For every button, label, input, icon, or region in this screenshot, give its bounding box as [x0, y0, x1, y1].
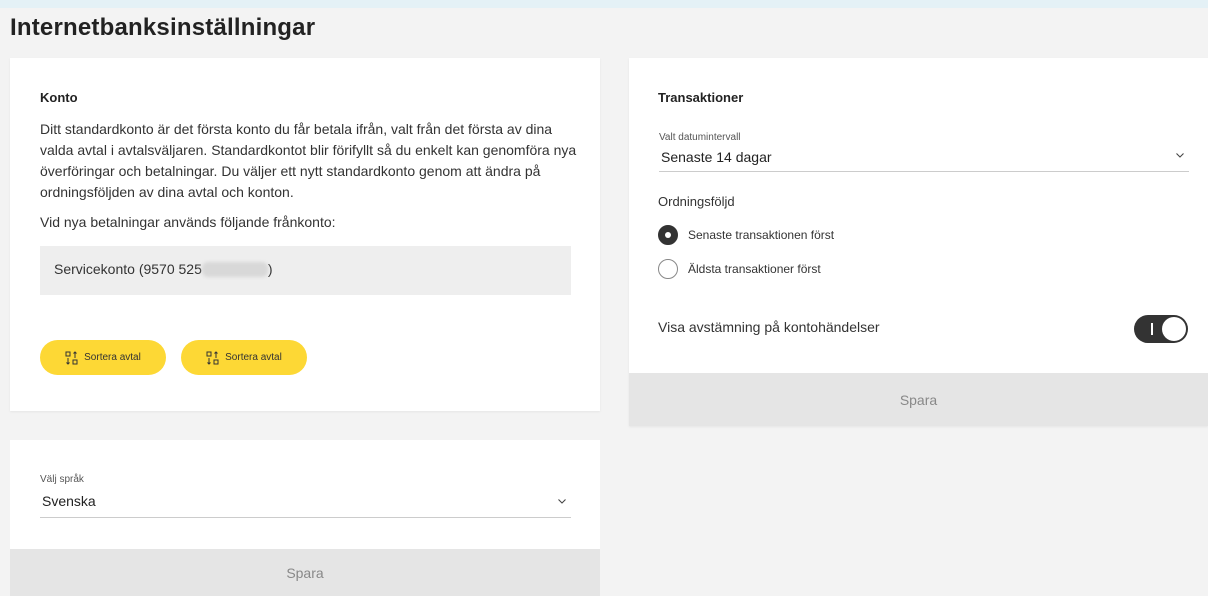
reconciliation-label: Visa avstämning på kontohändelser: [658, 319, 880, 335]
from-account-label: Vid nya betalningar används följande frå…: [40, 214, 336, 230]
sort-agreements-button[interactable]: Sortera avtal: [40, 340, 166, 375]
chevron-down-icon: [558, 499, 566, 504]
transactions-card: Transaktioner Valt datumintervall Senast…: [629, 58, 1208, 426]
order-label: Ordningsföljd: [658, 194, 735, 209]
konto-heading: Konto: [40, 90, 78, 105]
toggle-on-indicator: [1151, 323, 1153, 335]
language-value: Svenska: [42, 493, 96, 509]
radio-button[interactable]: [658, 259, 678, 279]
konto-card: Konto Ditt standardkonto är det första k…: [10, 58, 600, 411]
date-range-label: Valt datumintervall: [659, 132, 741, 143]
radio-button[interactable]: [658, 225, 678, 245]
date-range-value: Senaste 14 dagar: [661, 149, 772, 165]
save-button[interactable]: Spara: [629, 373, 1208, 426]
radio-newest-first[interactable]: Senaste transaktionen först: [658, 225, 834, 245]
toggle-knob: [1162, 317, 1186, 341]
language-select[interactable]: Svenska: [40, 486, 571, 518]
sort-icon: [65, 350, 78, 365]
chevron-down-icon: [1176, 153, 1184, 158]
default-account: Servicekonto (9570 525): [40, 246, 571, 295]
sort-icon: [206, 350, 219, 365]
date-range-select[interactable]: Senaste 14 dagar: [659, 144, 1189, 172]
radio-label: Äldsta transaktioner först: [688, 262, 821, 276]
reconciliation-toggle[interactable]: [1134, 315, 1188, 343]
konto-description: Ditt standardkonto är det första konto d…: [40, 121, 577, 200]
sort-button-label: Sortera avtal: [84, 352, 141, 363]
settings-page: Internetbanksinställningar Konto Ditt st…: [0, 8, 1208, 596]
language-card: Välj språk Svenska Spara: [10, 440, 600, 596]
redacted-account-number: [201, 262, 268, 277]
transactions-heading: Transaktioner: [658, 90, 744, 105]
radio-label: Senaste transaktionen först: [688, 228, 835, 242]
sort-button-label: Sortera avtal: [225, 352, 282, 363]
account-name: Servicekonto (9570 525: [54, 261, 202, 277]
page-title: Internetbanksinställningar: [10, 14, 316, 41]
radio-oldest-first[interactable]: Äldsta transaktioner först: [658, 259, 821, 279]
language-label: Välj språk: [40, 474, 84, 485]
account-name-suffix: ): [267, 261, 273, 277]
save-button[interactable]: Spara: [10, 549, 600, 596]
sort-agreements-button[interactable]: Sortera avtal: [181, 340, 307, 375]
